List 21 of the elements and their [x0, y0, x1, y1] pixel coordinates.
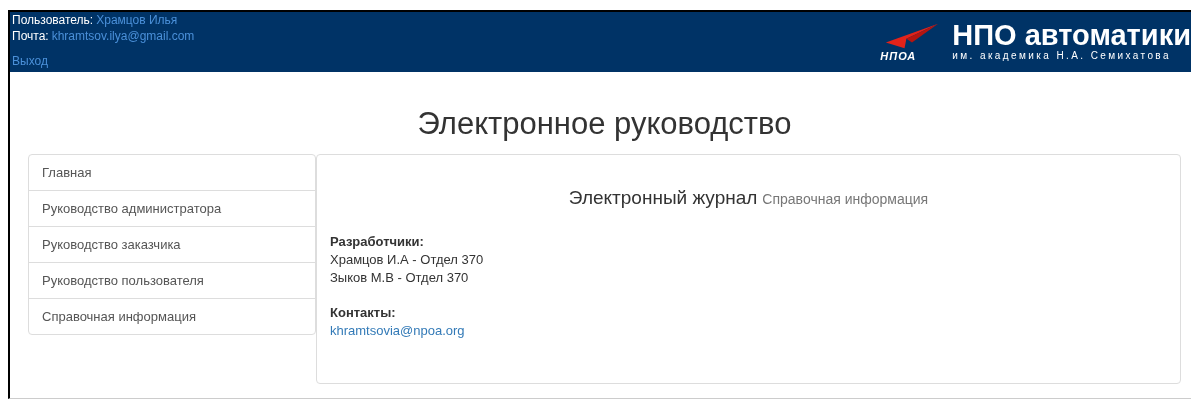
email-link[interactable]: khramtsovia@npoa.org [330, 323, 465, 338]
sidebar-item[interactable]: Руководство пользователя [29, 262, 315, 298]
content-subtitle: Справочная информация [762, 191, 929, 207]
page-title: Электронное руководство [416, 105, 793, 143]
developer-text: Зыков М.В - Отдел 370 [330, 270, 469, 285]
mail-link[interactable]: khramtsov.ilya@gmail.com [51, 29, 195, 43]
mail-label: Почта: [12, 29, 49, 43]
logo-title: НПО автоматики [952, 19, 1191, 50]
user-label: Пользователь: [12, 13, 94, 27]
sidebar-item[interactable]: Руководство заказчика [29, 226, 315, 262]
sidebar-item[interactable]: Справочная информация [29, 298, 315, 334]
logout-link[interactable]: Выход [12, 54, 48, 68]
sidebar-item[interactable]: Главная [29, 155, 315, 190]
logo-subtitle: им. академика Н.А. Семихатова [952, 49, 1172, 61]
section-heading: Разработчики: [330, 233, 425, 251]
content-title: Электронный журнал [568, 187, 758, 208]
user-name-link[interactable]: Храмцов Илья [96, 13, 178, 27]
logo-mark: НПОА [880, 50, 917, 62]
sidebar-item[interactable]: Руководство администратора [29, 190, 315, 226]
developer-text: Храмцов И.А - Отдел 370 [330, 252, 484, 267]
section-heading: Контакты: [330, 304, 397, 322]
